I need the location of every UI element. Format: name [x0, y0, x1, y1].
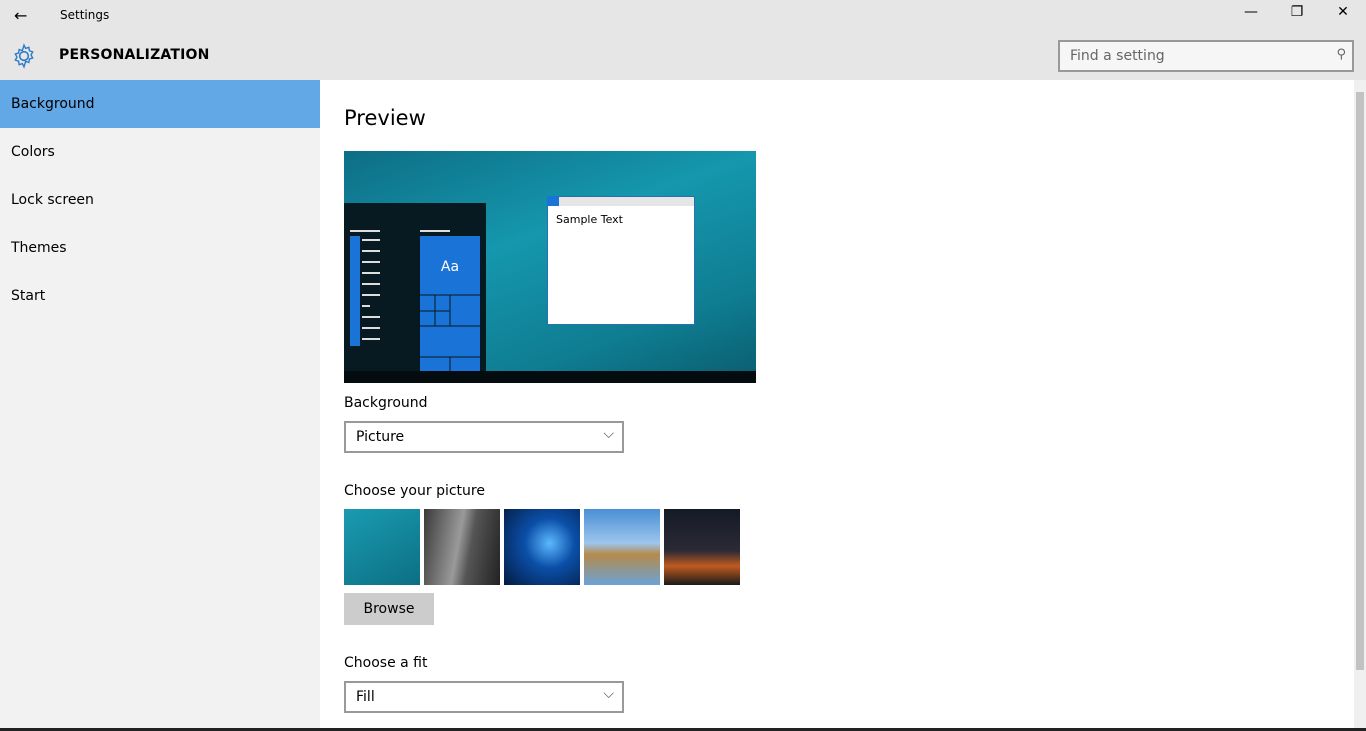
search-placeholder: Find a setting — [1070, 48, 1165, 64]
window-title: Settings — [60, 8, 110, 22]
gear-icon — [14, 43, 34, 69]
title-bar: ← Settings — ❐ ✕ PERSONALIZATION Find a … — [0, 0, 1366, 80]
background-value: Picture — [356, 429, 405, 445]
start-menu-preview: Aa — [344, 203, 486, 371]
scrollbar-thumb[interactable] — [1356, 92, 1364, 670]
fit-value: Fill — [356, 689, 375, 705]
back-arrow-icon[interactable]: ← — [14, 6, 27, 25]
sidebar-item-start[interactable]: Start — [0, 272, 320, 320]
main-content: Preview Aa Sample Text Background Pictur… — [320, 80, 1366, 731]
search-icon[interactable]: ⚲ — [1336, 47, 1346, 62]
chevron-down-icon: ⌵ — [603, 426, 614, 442]
scrollbar[interactable] — [1354, 80, 1366, 731]
picture-thumbnail-night-sky[interactable] — [664, 509, 740, 585]
picture-thumbnail-windows[interactable] — [504, 509, 580, 585]
choose-picture-label: Choose your picture — [344, 483, 485, 499]
fit-dropdown[interactable]: Fill ⌵ — [344, 681, 624, 713]
minimize-button[interactable]: — — [1228, 4, 1274, 20]
picture-thumbnail-beach[interactable] — [584, 509, 660, 585]
sample-window: Sample Text — [547, 196, 695, 325]
sample-text: Sample Text — [556, 213, 623, 226]
preview-heading: Preview — [344, 106, 426, 130]
chevron-down-icon: ⌵ — [603, 686, 614, 702]
start-menu-tiles: Aa — [350, 230, 480, 371]
sidebar-item-background[interactable]: Background — [0, 80, 320, 128]
tile-text: Aa — [441, 259, 459, 275]
background-preview: Aa Sample Text — [344, 151, 756, 383]
sidebar-item-themes[interactable]: Themes — [0, 224, 320, 272]
taskbar-preview — [344, 371, 756, 383]
page-title: PERSONALIZATION — [59, 47, 210, 63]
picture-thumbnail-underwater[interactable] — [344, 509, 420, 585]
sidebar-item-lock-screen[interactable]: Lock screen — [0, 176, 320, 224]
picture-thumbnail-rock[interactable] — [424, 509, 500, 585]
background-label: Background — [344, 395, 428, 411]
close-button[interactable]: ✕ — [1320, 4, 1366, 20]
browse-button[interactable]: Browse — [344, 593, 434, 625]
sidebar: Background Colors Lock screen Themes Sta… — [0, 80, 320, 731]
restore-button[interactable]: ❐ — [1274, 4, 1320, 20]
background-dropdown[interactable]: Picture ⌵ — [344, 421, 624, 453]
sidebar-item-colors[interactable]: Colors — [0, 128, 320, 176]
search-input[interactable]: Find a setting ⚲ — [1058, 40, 1354, 72]
choose-fit-label: Choose a fit — [344, 655, 428, 671]
